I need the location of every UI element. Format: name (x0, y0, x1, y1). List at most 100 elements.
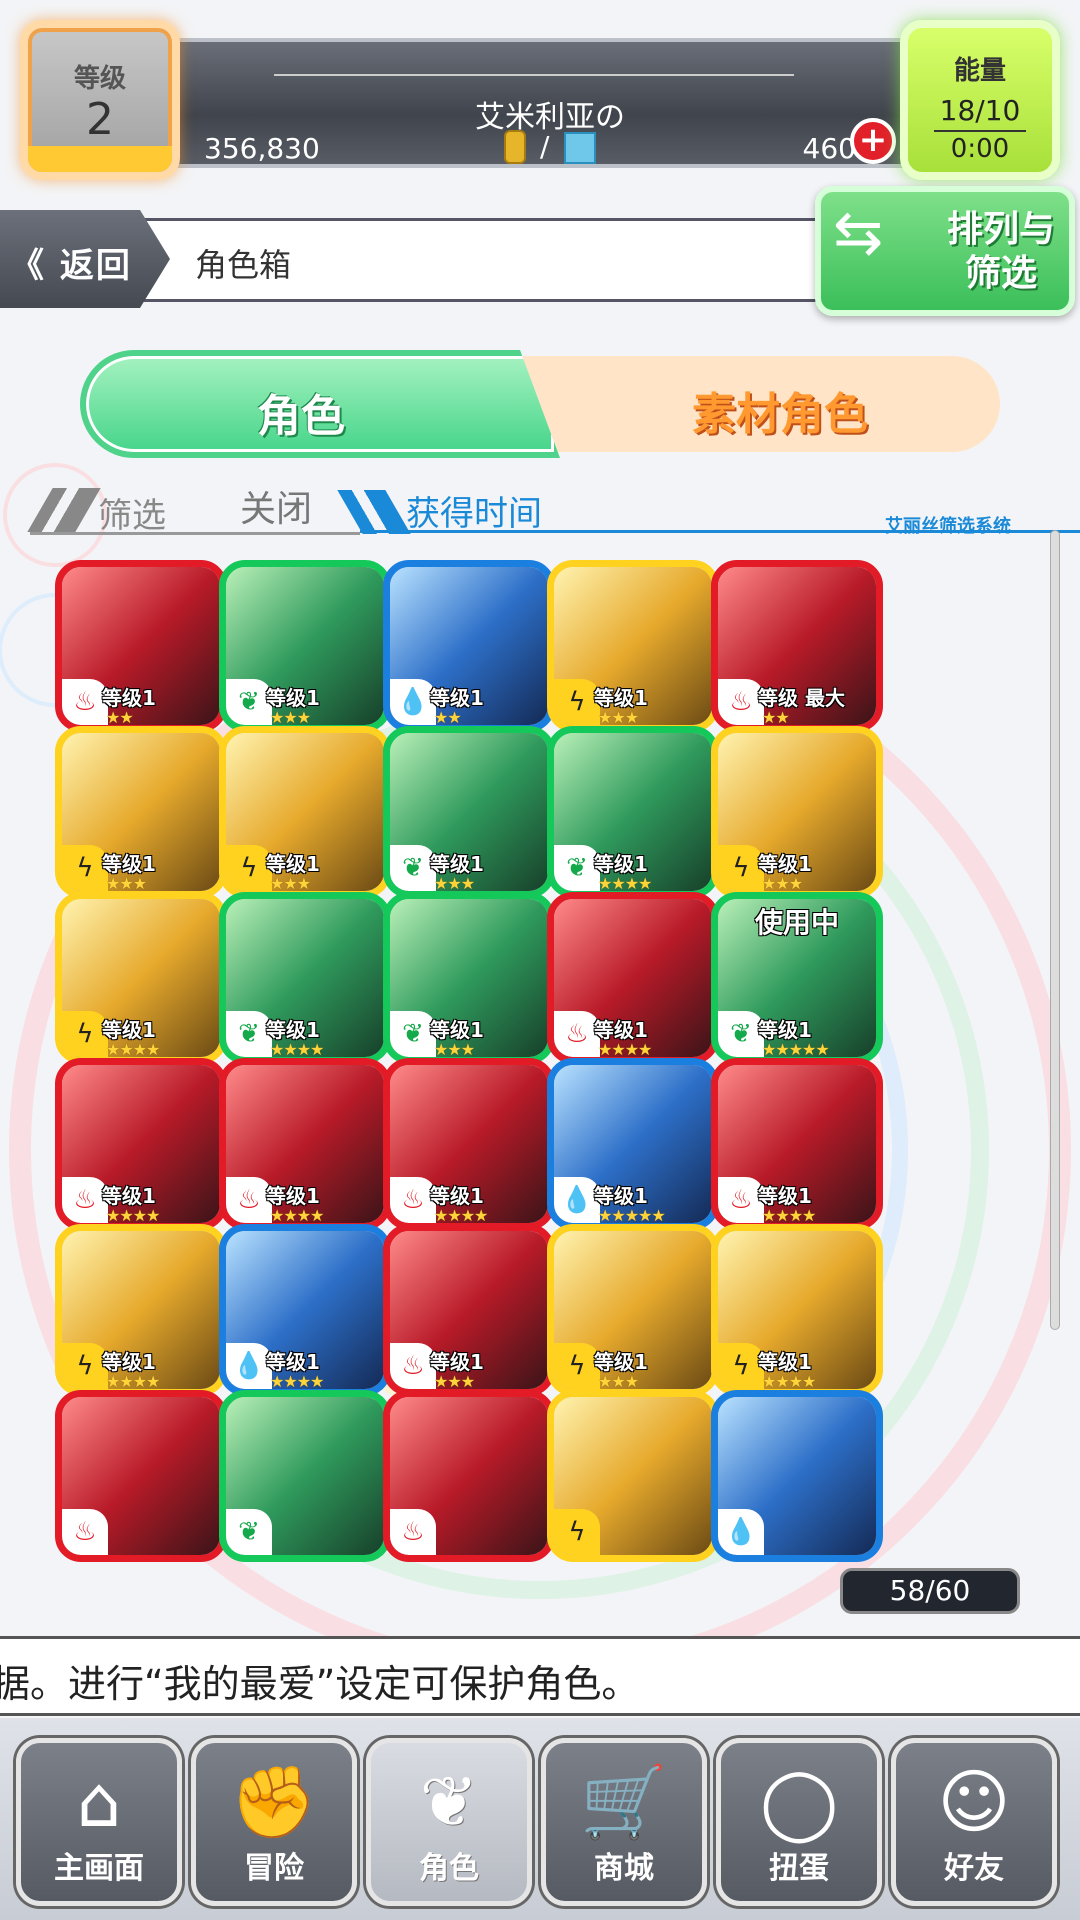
card-level: 等级1 (758, 1018, 812, 1042)
character-card[interactable]: ❦ 等级1 ★★★★★ 使用中 (711, 892, 883, 1064)
card-rarity-stars: ★★★★ (598, 874, 652, 893)
nav-button-label: 商城 (594, 1851, 654, 1886)
in-use-badge: 使用中 (754, 906, 839, 939)
card-rarity-stars: ★★★★★ (598, 1206, 666, 1225)
divider (274, 74, 794, 76)
nav-button-cart[interactable]: 🛒 商城 (541, 1738, 707, 1906)
character-card[interactable]: ϟ 等级1 ★★★ (547, 560, 719, 732)
bottom-navigation: ⌂ 主画面 ✊ 冒险 ❦ 角色 🛒 商城 ◯ 扭蛋 ☺ 好友 (0, 1718, 1080, 1920)
card-level: 等级1 (102, 686, 156, 710)
character-card[interactable]: ϟ 等级1 ★★★ (711, 726, 883, 898)
fire-element-icon: ♨ (390, 1509, 436, 1555)
character-card[interactable]: 💧 (711, 1390, 883, 1562)
card-level: 等级1 (430, 1350, 484, 1374)
character-card[interactable]: ❦ 等级1 ★★★ (383, 892, 555, 1064)
card-rarity-stars: ★★★★ (434, 1206, 488, 1225)
character-card[interactable]: ♨ 等级1 ★★★★ (547, 892, 719, 1064)
character-card[interactable]: ♨ (55, 1390, 227, 1562)
coin-icon (504, 130, 526, 164)
sort-order[interactable]: 获得时间 (406, 486, 542, 535)
character-card[interactable]: ϟ 等级1 ★★★★ (55, 892, 227, 1064)
card-level: 等级1 (758, 1350, 812, 1374)
character-card[interactable]: ❦ 等级1 ★★★★ (547, 726, 719, 898)
level-progress (28, 146, 172, 172)
gem-count: 460 (802, 132, 856, 165)
nav-button-handshake[interactable]: ✊ 冒险 (191, 1738, 357, 1906)
filter-row: 筛选 关闭 获得时间 艾丽丝筛选系统 (27, 480, 1080, 540)
card-level: 等级1 (266, 852, 320, 876)
player-panel: 艾米利亚の 356,830 / 460 (170, 38, 930, 168)
character-card[interactable]: ♨ 等级 最大 ★★ (711, 560, 883, 732)
coin-count: 356,830 (204, 132, 320, 165)
character-card[interactable]: ♨ (383, 1390, 555, 1562)
currency-separator: / (540, 130, 550, 163)
character-card[interactable]: ❦ 等级1 ★★★ (383, 726, 555, 898)
wood-element-icon: ❦ (226, 1509, 272, 1555)
card-rarity-stars: ★★★ (270, 708, 311, 727)
back-label: 返回 (59, 246, 132, 286)
card-level: 等级1 (430, 1018, 484, 1042)
level-label: 等级 (73, 64, 126, 94)
nav-button-egg[interactable]: ◯ 扭蛋 (716, 1738, 882, 1906)
character-card[interactable]: ♨ 等级1 ★★★ (383, 1224, 555, 1396)
chevrons-left-icon: 《 (10, 246, 60, 286)
filter-label: 筛选 (98, 496, 166, 536)
energy-badge[interactable]: 能量 18/10 0:00 (900, 20, 1060, 180)
card-level: 等级1 (594, 852, 648, 876)
card-rarity-stars: ★★★ (598, 1372, 639, 1391)
character-card[interactable]: ❦ (219, 1390, 391, 1562)
filter-mark-icon (27, 488, 101, 532)
card-rarity-stars: ★★★★ (270, 1372, 324, 1391)
sort-filter-button[interactable]: ⇆ 排列与筛选 (815, 186, 1075, 316)
card-level: 等级1 (594, 686, 648, 710)
card-rarity-stars: ★★★★ (106, 1206, 160, 1225)
scrollbar-track[interactable] (1050, 530, 1060, 1330)
character-card[interactable]: ♨ 等级1 ★★★★ (55, 1058, 227, 1230)
character-card[interactable]: ϟ 等级1 ★★★★ (55, 1224, 227, 1396)
filter-underline (30, 532, 360, 535)
nav-button-rabbit[interactable]: ❦ 角色 (366, 1738, 532, 1906)
character-card[interactable]: 💧 等级1 ★★★★★ (547, 1058, 719, 1230)
card-level: 等级1 (102, 852, 156, 876)
card-rarity-stars: ★★★★ (598, 1040, 652, 1059)
card-rarity-stars: ★★★★ (270, 1206, 324, 1225)
nav-button-home[interactable]: ⌂ 主画面 (16, 1738, 182, 1906)
character-card[interactable]: ϟ 等级1 ★★★ (55, 726, 227, 898)
character-card[interactable]: 💧 等级1 ★★★★ (219, 1224, 391, 1396)
nav-button-label: 扭蛋 (769, 1851, 829, 1886)
character-card[interactable]: 💧 等级1 ★★ (383, 560, 555, 732)
card-level: 等级1 (266, 686, 320, 710)
tab-group: 素材角色 角色 (80, 350, 1010, 460)
tab-characters[interactable]: 角色 (80, 350, 560, 458)
sort-filter-label: 排列与筛选 (946, 209, 1055, 294)
character-card[interactable]: ϟ (547, 1390, 719, 1562)
character-card[interactable]: ♨ 等级1 ★★ (55, 560, 227, 732)
character-card[interactable]: ♨ 等级1 ★★★★ (219, 1058, 391, 1230)
card-rarity-stars: ★★★★ (106, 1372, 160, 1391)
nav-button-label: 角色 (419, 1851, 479, 1886)
card-level: 等级1 (266, 1350, 320, 1374)
character-card[interactable]: ϟ 等级1 ★★★★ (711, 1224, 883, 1396)
card-rarity-stars: ★★★ (434, 1040, 475, 1059)
back-button[interactable]: 《 返回 (0, 210, 170, 308)
tab-characters-label: 角色 (257, 391, 345, 442)
character-card[interactable]: ❦ 等级1 ★★★ (219, 560, 391, 732)
character-card[interactable]: ❦ 等级1 ★★★★ (219, 892, 391, 1064)
character-card[interactable]: ϟ 等级1 ★★★ (219, 726, 391, 898)
character-card[interactable]: ♨ 等级1 ★★★★ (711, 1058, 883, 1230)
card-level: 等级1 (594, 1350, 648, 1374)
home-icon: ⌂ (76, 1761, 122, 1843)
level-badge: 等级 2 (20, 20, 180, 180)
character-card[interactable]: ♨ 等级1 ★★★★ (383, 1058, 555, 1230)
card-level: 等级1 (758, 852, 812, 876)
character-grid: ♨ 等级1 ★★ ❦ 等级1 ★★★ 💧 等级1 ★★ ϟ 等级1 ★★★ ♨ 等级 最大 ★★ ϟ 等级1 ★★… (55, 560, 1035, 1635)
filter-state[interactable]: 关闭 (240, 480, 312, 532)
nav-button-friends[interactable]: ☺ 好友 (891, 1738, 1057, 1906)
card-rarity-stars: ★★★★ (270, 1040, 324, 1059)
card-rarity-stars: ★★★ (434, 874, 475, 893)
character-card[interactable]: ϟ 等级1 ★★★ (547, 1224, 719, 1396)
cart-icon: 🛒 (580, 1761, 668, 1843)
card-level: 等级1 (430, 1184, 484, 1208)
add-gems-button[interactable]: + (850, 118, 896, 164)
card-rarity-stars: ★★★ (270, 874, 311, 893)
